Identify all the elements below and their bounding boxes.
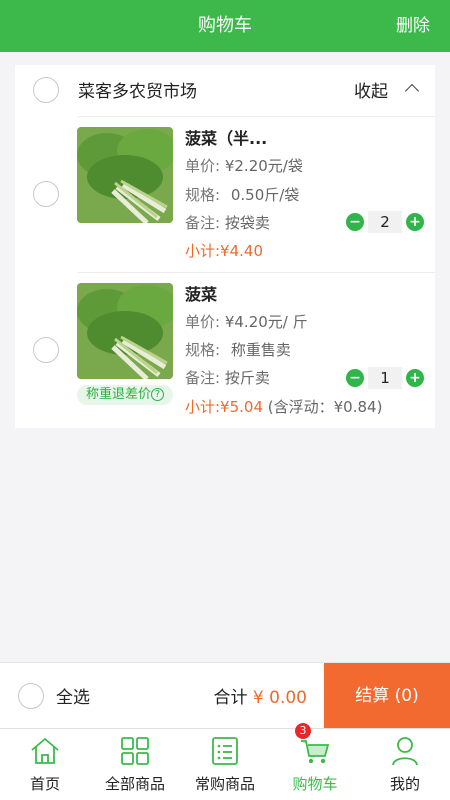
- tab-label: 常购商品: [194, 775, 255, 793]
- store-card: 菜客多农贸市场 收起 菠菜（半... 单价: ¥2.20元/袋 规格: 0.50…: [15, 65, 435, 428]
- note-label: 备注:: [185, 369, 221, 387]
- tab-label: 我的: [389, 775, 420, 793]
- note: 备注: 按斤卖: [185, 367, 270, 388]
- item-subtotal: 小计:¥4.40: [185, 242, 263, 260]
- product-image[interactable]: [77, 127, 173, 223]
- tab-mine[interactable]: 我的: [360, 729, 450, 800]
- item-select-radio[interactable]: [33, 337, 59, 363]
- page-title: 购物车: [198, 15, 252, 36]
- quantity-stepper: − 1 +: [346, 367, 424, 389]
- quantity-stepper: − 2 +: [346, 211, 424, 233]
- plus-icon[interactable]: +: [406, 213, 424, 231]
- weigh-refund-tag[interactable]: 称重退差价?: [77, 385, 173, 405]
- tab-label: 购物车: [292, 775, 338, 793]
- spec-label: 规格:: [185, 186, 221, 204]
- collapse-button[interactable]: 收起: [354, 77, 388, 102]
- product-name[interactable]: 菠菜: [185, 281, 217, 305]
- minus-icon[interactable]: −: [346, 213, 364, 231]
- total: 合计 ¥ 0.00: [214, 683, 307, 708]
- list-icon: [212, 737, 238, 765]
- store-name: 菜客多农贸市场: [78, 82, 197, 102]
- product-name[interactable]: 菠菜（半...: [185, 125, 267, 149]
- item-subtotal: 小计:¥5.04 (含浮动：¥0.84): [185, 396, 382, 417]
- select-all-radio[interactable]: [18, 683, 44, 709]
- help-icon[interactable]: ?: [151, 388, 164, 401]
- user-icon: [392, 737, 418, 766]
- minus-icon[interactable]: −: [346, 369, 364, 387]
- tab-all-products[interactable]: 全部商品: [90, 729, 180, 800]
- checkout-button[interactable]: 结算 (0): [324, 663, 450, 729]
- unit-price: 单价: ¥4.20元/ 斤: [185, 311, 308, 332]
- unit-price-label: 单价:: [185, 157, 221, 175]
- spec: 规格: 0.50斤/袋: [185, 184, 299, 205]
- spec-label: 规格:: [185, 341, 221, 359]
- divider: [78, 116, 435, 117]
- tab-label: 全部商品: [104, 775, 165, 793]
- header: 购物车 删除: [0, 0, 450, 52]
- item-select-radio[interactable]: [33, 181, 59, 207]
- spec-value: 0.50斤/袋: [230, 186, 300, 204]
- tab-home[interactable]: 首页: [0, 729, 90, 800]
- tab-bar: 首页 全部商品 常购商品 购物车 我的: [0, 728, 450, 800]
- total-label: 合计: [213, 688, 248, 708]
- unit-price-value: ¥4.20元/ 斤: [224, 313, 308, 331]
- home-icon: [31, 737, 59, 764]
- tab-cart[interactable]: 购物车: [270, 729, 360, 800]
- tab-label: 首页: [29, 775, 60, 793]
- chevron-up-icon[interactable]: [404, 83, 420, 99]
- cart-count-badge: 3: [295, 723, 311, 739]
- weigh-refund-tag-label: 称重退差价: [85, 387, 151, 402]
- grid-icon: [121, 737, 149, 765]
- delete-button[interactable]: 删除: [396, 0, 430, 52]
- float-amount: (含浮动：¥0.84): [267, 398, 383, 416]
- product-image[interactable]: [77, 283, 173, 379]
- divider: [78, 272, 435, 273]
- note-value: 按袋卖: [224, 214, 270, 232]
- unit-price-value: ¥2.20元/袋: [224, 157, 303, 175]
- note-value: 按斤卖: [224, 369, 270, 387]
- spec: 规格: 称重售卖: [185, 339, 291, 360]
- item-subtotal-value: 小计:¥5.04: [185, 398, 263, 416]
- quantity-value[interactable]: 2: [368, 211, 402, 233]
- unit-price: 单价: ¥2.20元/袋: [185, 155, 303, 176]
- note-label: 备注:: [185, 214, 221, 232]
- quantity-value[interactable]: 1: [368, 367, 402, 389]
- unit-price-label: 单价:: [185, 313, 221, 331]
- spec-value: 称重售卖: [230, 341, 291, 359]
- checkout-bar: 全选 合计 ¥ 0.00 结算 (0): [0, 662, 450, 729]
- cart-icon: [301, 740, 330, 764]
- total-amount: ¥ 0.00: [252, 688, 307, 708]
- plus-icon[interactable]: +: [406, 369, 424, 387]
- select-all-label[interactable]: 全选: [56, 683, 90, 708]
- store-select-radio[interactable]: [33, 77, 59, 103]
- tab-frequent-products[interactable]: 常购商品: [180, 729, 270, 800]
- note: 备注: 按袋卖: [185, 212, 270, 233]
